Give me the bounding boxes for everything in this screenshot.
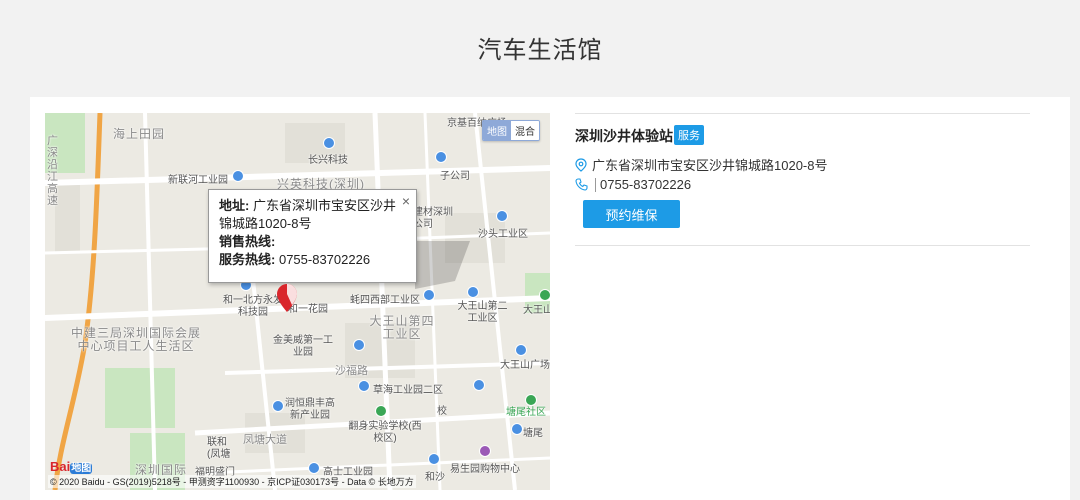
map-label: 凤塘大道	[243, 434, 287, 446]
info-window-shadow	[415, 241, 470, 289]
poi-icon	[358, 380, 370, 392]
poi-icon	[525, 394, 537, 406]
map-view[interactable]: 海上田园 广深沿江高速 长兴科技 新联河工业园 兴英科技(深圳) 京基百纳广场 …	[45, 113, 550, 490]
map-label: 易生园购物中心	[450, 464, 520, 475]
map-type-map-button[interactable]: 地图	[483, 121, 511, 140]
store-phone-row: 0755-83702226	[575, 177, 691, 192]
store-phone: 0755-83702226	[600, 177, 692, 192]
map-label: 子公司	[440, 171, 470, 182]
info-service-row: 服务热线: 0755-83702226	[219, 251, 406, 269]
info-address-row: 地址: 广东省深圳市宝安区沙井锦城路1020-8号	[219, 197, 406, 233]
book-maintenance-button[interactable]: 预约维保	[583, 200, 680, 228]
info-sales-row: 销售热线:	[219, 233, 406, 251]
poi-icon	[323, 137, 335, 149]
map-label: 沙头工业区	[478, 229, 528, 240]
poi-icon	[435, 151, 447, 163]
info-service-label: 服务热线:	[219, 252, 276, 267]
poi-icon	[272, 400, 284, 412]
map-type-switch: 地图 混合	[482, 120, 540, 141]
map-type-hybrid-button[interactable]: 混合	[511, 121, 539, 140]
close-icon[interactable]: ×	[402, 192, 410, 210]
map-label: 校	[437, 406, 447, 417]
map-label: 沙福路	[335, 365, 368, 377]
poi-icon	[496, 210, 508, 222]
baidu-logo: Bai地图	[50, 459, 93, 474]
poi-icon	[353, 339, 365, 351]
info-sales-label: 销售热线:	[219, 234, 276, 249]
map-label: 联和(凤塘	[207, 437, 231, 460]
map-label: 草海工业园二区	[373, 385, 443, 396]
map-label: 中建三局深圳国际会展中心项目工人生活区	[71, 326, 202, 353]
store-info-panel: 深圳沙井体验站 服务 广东省深圳市宝安区沙井锦城路1020-8号 0755-83…	[575, 113, 1030, 246]
map-label: 大王山广场	[500, 360, 550, 371]
store-name: 深圳沙井体验站	[575, 128, 673, 144]
map-label: 长兴科技	[308, 155, 348, 166]
phone-separator	[595, 177, 596, 192]
poi-icon	[428, 453, 440, 465]
map-info-window: × 地址: 广东省深圳市宝安区沙井锦城路1020-8号 销售热线: 服务热线: …	[208, 189, 417, 283]
map-label: 大王山第四工业区	[369, 314, 435, 341]
baidu-logo-text: Bai	[50, 459, 71, 474]
info-service-value: 0755-83702226	[278, 252, 371, 267]
map-marker-icon[interactable]	[276, 283, 298, 313]
baidu-logo-badge: 地图	[70, 463, 93, 474]
map-label: 大王山第二工业区	[457, 301, 508, 324]
service-badge: 服务	[674, 125, 704, 145]
phone-icon	[575, 178, 588, 191]
page-title: 汽车生活馆	[477, 37, 603, 64]
map-label: 塘尾	[523, 428, 543, 439]
info-address-label: 地址:	[219, 198, 250, 213]
store-address-row: 广东省深圳市宝安区沙井锦城路1020-8号	[575, 155, 827, 174]
poi-icon	[511, 423, 523, 435]
poi-icon	[308, 462, 320, 474]
map-label: 海上田园	[113, 127, 166, 141]
poi-icon	[539, 289, 550, 301]
store-address: 广东省深圳市宝安区沙井锦城路1020-8号	[592, 158, 828, 173]
poi-icon	[232, 170, 244, 182]
map-label: 翻身实验学校(西校区)	[348, 421, 422, 444]
poi-icon	[375, 405, 387, 417]
map-label: 广深沿江高速	[47, 135, 58, 207]
map-label: 和沙	[425, 472, 445, 483]
map-label: 塘尾社区	[506, 407, 546, 418]
map-label: 新联河工业园	[168, 175, 228, 186]
map-label: 大王山公	[523, 305, 550, 316]
poi-icon	[515, 344, 527, 356]
poi-icon	[473, 379, 485, 391]
map-label: 和一北方永发科技园	[223, 295, 283, 318]
location-pin-icon	[575, 157, 587, 172]
map-label: 润恒鼎丰高新产业园	[285, 398, 335, 421]
poi-icon	[479, 445, 491, 457]
map-attribution: © 2020 Baidu - GS(2019)5218号 - 甲测资字11009…	[48, 475, 416, 488]
map-label: 蚝四西部工业区	[350, 295, 420, 306]
map-label: 金美威第一工业园	[273, 335, 333, 358]
